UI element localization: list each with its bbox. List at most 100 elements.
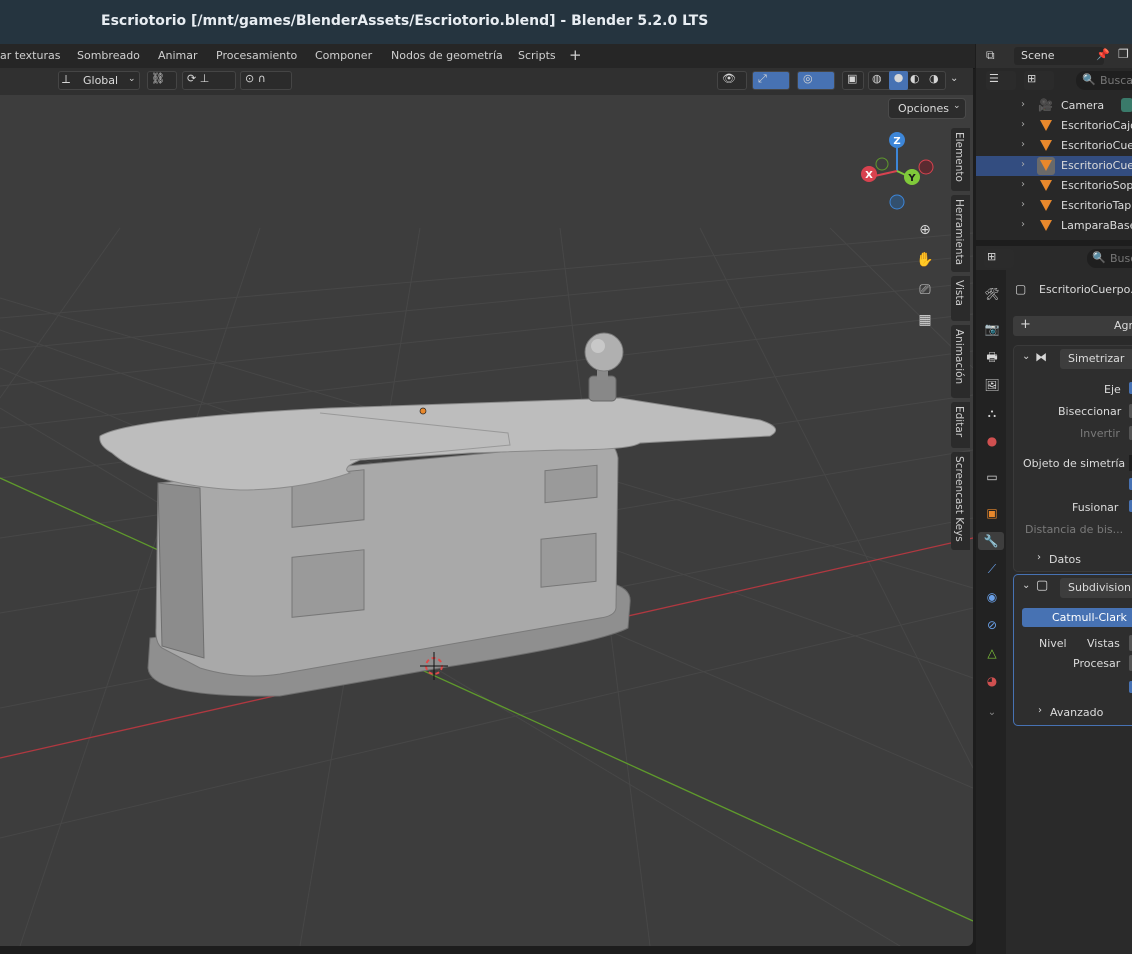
mirror-object-label: Objeto de simetría: [1023, 457, 1126, 470]
editor-type-dropdown[interactable]: ⊞: [984, 249, 1014, 268]
advanced-subpanel-header[interactable]: Avanzado: [1050, 706, 1103, 719]
overlays-toggle[interactable]: ◎: [797, 71, 835, 90]
collection-icon[interactable]: ▭: [983, 468, 1001, 486]
properties-search-input[interactable]: 🔍 Busc: [1087, 249, 1132, 268]
solid-shading-icon[interactable]: ●: [889, 71, 908, 90]
output-icon[interactable]: 🖶: [983, 348, 1001, 366]
snap-dropdown[interactable]: ⟳ ⊥: [182, 71, 236, 90]
outliner-item-mesh-selected[interactable]: › EscritorioCue: [976, 156, 1132, 176]
proportional-edit-dropdown[interactable]: ⊙ ∩: [240, 71, 292, 90]
outliner-search-input[interactable]: 🔍 Busca: [1076, 71, 1132, 90]
modifier-wrench-icon[interactable]: 🔧: [978, 532, 1004, 550]
outliner-item-camera[interactable]: › 🎥 Camera: [976, 96, 1132, 116]
data-subpanel-header[interactable]: Datos: [1049, 553, 1081, 566]
viewport-levels-label: Vistas: [1087, 637, 1120, 650]
chevron-down-icon[interactable]: ⌄: [1022, 351, 1030, 362]
search-icon: 🔍: [1082, 73, 1096, 86]
subdivision-modifier-icon: ▢: [1036, 578, 1049, 593]
gizmo-toggle[interactable]: ⤢: [752, 71, 790, 90]
xray-icon: ▣: [847, 72, 858, 85]
sidebar-tab-item[interactable]: Elemento: [951, 128, 970, 191]
xray-toggle[interactable]: ▣: [842, 71, 864, 90]
outliner-item-mesh[interactable]: › EscritorioSop: [976, 176, 1132, 196]
levels-label: Nivel: [1039, 637, 1067, 650]
tab-rendering[interactable]: Procesamiento: [216, 49, 297, 62]
camera-data-icon: [1121, 98, 1132, 112]
overlays-icon: ◎: [803, 72, 813, 85]
tab-compositing[interactable]: Componer: [315, 49, 372, 62]
sidebar-tab-tool[interactable]: Herramienta: [951, 195, 970, 272]
visibility-dropdown[interactable]: 👁: [717, 71, 747, 90]
shading-options-chevron-icon[interactable]: ⌄: [950, 73, 958, 84]
wireframe-shading-icon[interactable]: ◍: [872, 72, 882, 85]
outliner-item-mesh[interactable]: › EscritorioTap: [976, 196, 1132, 216]
title-bar: Escriotorio [/mnt/games/BlenderAssets/Es…: [0, 0, 1132, 44]
pivot-point-dropdown[interactable]: ⛓: [147, 71, 177, 90]
tab-animation[interactable]: Animar: [158, 49, 198, 62]
outliner-list-icon: ☰: [989, 72, 999, 85]
rendered-shading-icon[interactable]: ◑: [929, 72, 939, 85]
tool-icon[interactable]: 🛠: [983, 285, 1001, 303]
sidebar-tab-view[interactable]: Vista: [951, 276, 970, 321]
chevron-right-icon[interactable]: ›: [1021, 99, 1025, 110]
chevron-down-icon[interactable]: ⌄: [1022, 580, 1030, 591]
view-layer-icon[interactable]: 🖼: [983, 376, 1001, 394]
perspective-grid-icon[interactable]: ▦: [914, 309, 936, 331]
sidebar-tab-edit[interactable]: Editar: [951, 402, 970, 448]
gizmo-z-label: Z: [893, 136, 900, 147]
workspace-tabs: ar texturas Sombreado Animar Procesamien…: [0, 44, 975, 69]
catmull-clark-button[interactable]: Catmull-Clark: [1022, 608, 1132, 627]
physics-icon[interactable]: ◉: [983, 588, 1001, 606]
3d-viewport[interactable]: ⟂ Global ⌄ ⛓ ⟳ ⊥ ⊙ ∩ 👁 ⤢ ◎ ▣ ◍ ● ◐ ◑ ⌄ O…: [0, 68, 973, 946]
pan-hand-icon[interactable]: ✋: [914, 249, 936, 271]
world-icon[interactable]: ●: [983, 432, 1001, 450]
camera-view-icon[interactable]: ⎚: [914, 279, 936, 301]
shading-modes[interactable]: ◍ ● ◐ ◑: [868, 71, 946, 90]
sidebar-tab-screencast-keys[interactable]: Screencast Keys: [951, 452, 970, 550]
add-workspace-button[interactable]: +: [569, 46, 582, 64]
mesh-data-icon[interactable]: △: [983, 644, 1001, 662]
tab-shading[interactable]: Sombreado: [77, 49, 140, 62]
chevron-right-icon[interactable]: ›: [1037, 552, 1041, 563]
mesh-object-icon: [1040, 120, 1052, 131]
outliner-item-mesh[interactable]: › EscritorioCue: [976, 136, 1132, 156]
sidebar-tab-animation[interactable]: Animación: [951, 325, 970, 398]
gizmo-y-label: Y: [907, 173, 916, 184]
display-mode-dropdown[interactable]: ☰: [986, 71, 1016, 90]
material-shading-icon[interactable]: ◐: [910, 72, 920, 85]
add-modifier-button[interactable]: + Agr: [1013, 316, 1132, 336]
chevron-down-icon[interactable]: ⌄: [983, 704, 1001, 722]
constraints-icon[interactable]: ⊘: [983, 616, 1001, 634]
tab-texture-paint[interactable]: ar texturas: [0, 49, 60, 62]
window-title: Escriotorio [/mnt/games/BlenderAssets/Es…: [101, 13, 709, 29]
pin-icon[interactable]: 📌: [1096, 48, 1110, 61]
bisect-distance-label: Distancia de bis...: [1025, 523, 1124, 536]
object-icon[interactable]: ▣: [983, 504, 1001, 522]
merge-label: Fusionar: [1072, 501, 1119, 514]
zoom-icon[interactable]: ⊕: [914, 219, 936, 241]
tab-scripting[interactable]: Scripts: [518, 49, 556, 62]
filter-icon: ⊞: [1027, 72, 1037, 85]
outliner-item-mesh[interactable]: › EscritorioCajo: [976, 116, 1132, 136]
options-dropdown[interactable]: Opciones ⌄: [888, 98, 966, 119]
navigation-gizmo[interactable]: Z X Y: [855, 126, 940, 216]
bisect-label: Biseccionar: [1058, 405, 1122, 418]
tab-geometry-nodes[interactable]: Nodos de geometría: [391, 49, 503, 62]
transform-orientation-dropdown[interactable]: ⟂ Global ⌄: [58, 71, 140, 90]
scene-icon[interactable]: ⛬: [983, 404, 1001, 422]
chevron-down-icon: ⌄: [953, 101, 961, 111]
scene-field[interactable]: Scene: [1014, 47, 1104, 65]
modifier-name-field[interactable]: Subdivision: [1060, 578, 1132, 598]
plus-icon: +: [1020, 317, 1031, 332]
object-square-icon: ▢: [1015, 282, 1027, 296]
modifier-name-field[interactable]: Simetrizar: [1060, 349, 1132, 369]
outliner-item-mesh[interactable]: › LamparaBase: [976, 216, 1132, 236]
chevron-right-icon[interactable]: ›: [1038, 705, 1042, 716]
particles-icon[interactable]: ⟋: [983, 560, 1001, 578]
mesh-object-icon: [1040, 180, 1052, 191]
new-scene-icon[interactable]: ❐: [1118, 47, 1129, 61]
filter-dropdown[interactable]: ⊞: [1024, 71, 1054, 90]
render-icon[interactable]: 📷: [983, 320, 1001, 338]
pivot-icon: ⛓: [151, 72, 165, 85]
material-icon[interactable]: ◕: [983, 672, 1001, 690]
